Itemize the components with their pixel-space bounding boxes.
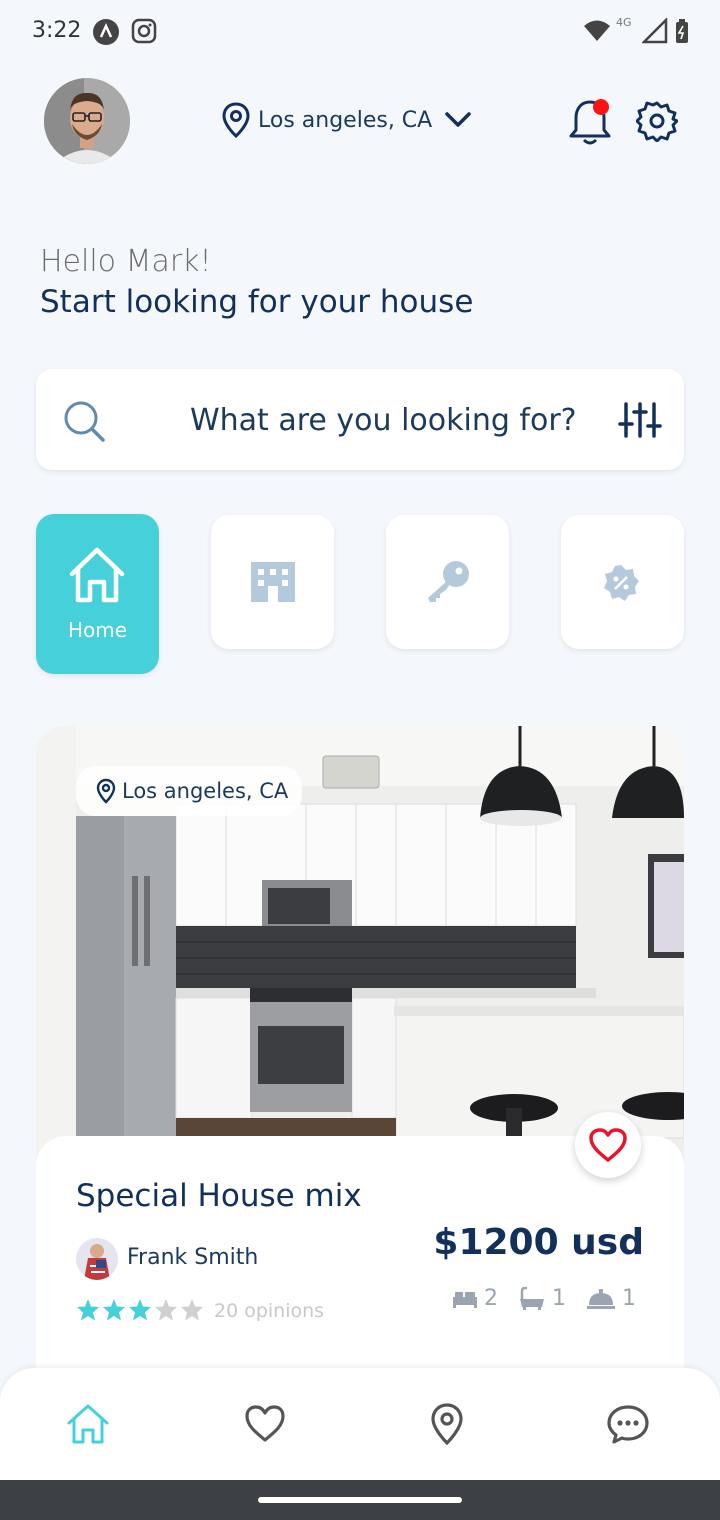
battery-icon xyxy=(676,19,688,43)
bed-icon xyxy=(453,1291,477,1308)
star-empty-icon xyxy=(181,1299,203,1321)
property-price: $1200 usd xyxy=(433,1222,644,1263)
status-time: 3:22 xyxy=(32,18,82,43)
category-discounts[interactable] xyxy=(561,515,684,649)
amenities: 2 1 1 xyxy=(452,1286,636,1311)
discount-badge-icon xyxy=(604,565,639,601)
property-location-chip: Los angeles, CA xyxy=(76,766,302,816)
rating-stars xyxy=(76,1298,204,1322)
location-selector[interactable]: Los angeles, CA xyxy=(222,100,472,140)
star-empty-icon xyxy=(155,1299,177,1321)
property-title: Special House mix xyxy=(76,1178,362,1214)
filter-sliders-icon[interactable] xyxy=(618,400,662,440)
app-notification-icon xyxy=(93,19,119,45)
service-bell-icon xyxy=(587,1288,615,1309)
network-label: 4G xyxy=(616,16,632,29)
star-filled-icon xyxy=(77,1299,99,1321)
amenity-beds: 2 xyxy=(452,1286,498,1311)
greeting: Hello Mark! xyxy=(40,244,212,279)
user-avatar[interactable] xyxy=(44,78,130,164)
location-label: Los angeles, CA xyxy=(258,107,433,133)
home-gesture-handle[interactable] xyxy=(258,1497,462,1503)
building-icon xyxy=(251,562,295,602)
heart-icon xyxy=(589,1128,627,1162)
baths-count: 1 xyxy=(552,1286,566,1311)
category-home[interactable]: Home xyxy=(36,514,159,674)
search-icon xyxy=(64,401,105,442)
nav-chat-icon[interactable] xyxy=(606,1402,650,1446)
signal-icon xyxy=(642,18,668,44)
category-rent[interactable] xyxy=(386,515,509,649)
favorite-button[interactable] xyxy=(575,1112,641,1178)
category-home-label: Home xyxy=(67,618,128,642)
property-location-label: Los angeles, CA xyxy=(122,779,289,803)
nav-map-pin-icon[interactable] xyxy=(425,1402,469,1446)
wifi-icon xyxy=(584,20,610,41)
location-pin-icon xyxy=(96,778,116,804)
house-icon xyxy=(69,547,125,603)
bathtub-icon xyxy=(520,1286,544,1310)
agent-avatar[interactable] xyxy=(76,1238,118,1280)
nav-home-icon[interactable] xyxy=(66,1402,110,1446)
agent-name: Frank Smith xyxy=(127,1245,259,1270)
status-bar: 3:22 4G xyxy=(0,0,720,64)
settings-gear-icon[interactable] xyxy=(636,100,678,142)
beds-count: 2 xyxy=(484,1286,498,1311)
chevron-down-icon xyxy=(445,112,471,127)
nav-favorites-icon[interactable] xyxy=(243,1402,287,1446)
instagram-icon xyxy=(131,18,157,44)
star-filled-icon xyxy=(129,1299,151,1321)
opinions-count: 20 opinions xyxy=(214,1300,325,1322)
category-building[interactable] xyxy=(211,515,334,649)
amenity-services: 1 xyxy=(586,1286,636,1311)
star-filled-icon xyxy=(103,1299,125,1321)
location-pin-icon xyxy=(222,102,250,138)
page-subtitle: Start looking for your house xyxy=(40,284,474,320)
services-count: 1 xyxy=(622,1286,636,1311)
amenity-baths: 1 xyxy=(518,1286,566,1311)
search-input[interactable] xyxy=(190,400,590,440)
notification-badge xyxy=(593,99,609,115)
key-icon xyxy=(428,561,469,602)
